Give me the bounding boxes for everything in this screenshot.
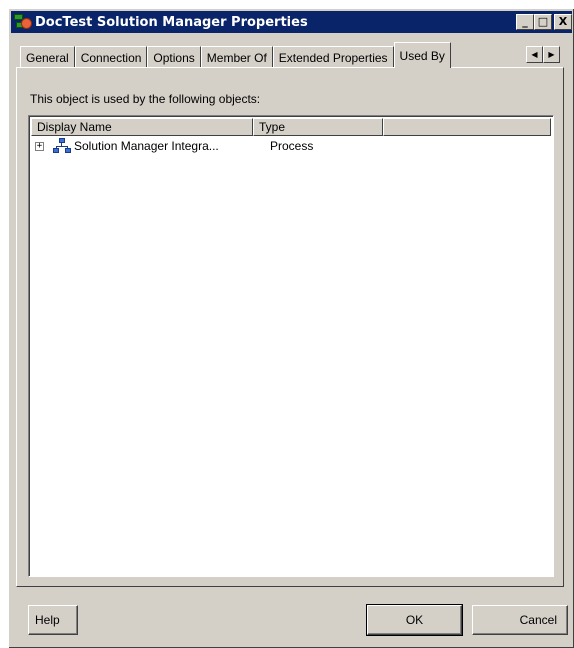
column-header-display-name[interactable]: Display Name <box>31 118 253 136</box>
tab-options[interactable]: Options <box>147 46 201 68</box>
tab-extended-properties[interactable]: Extended Properties <box>272 46 394 68</box>
column-header-filler <box>383 118 551 136</box>
list-item[interactable]: + Solution Manager Integra... Process <box>35 137 313 155</box>
tab-strip: General Connection Options Member Of Ext… <box>20 42 451 68</box>
tab-connection[interactable]: Connection <box>74 46 148 68</box>
tab-used-by[interactable]: Used By <box>393 42 451 68</box>
title-bar[interactable]: DocTest Solution Manager Properties _ □ … <box>11 11 572 33</box>
expand-plus-icon[interactable]: + <box>35 141 44 151</box>
used-by-intro-label: This object is used by the following obj… <box>30 92 261 106</box>
used-by-list[interactable]: Display Name Type + Solution Manager Int… <box>28 115 554 577</box>
tab-general[interactable]: General <box>20 46 75 68</box>
tab-scroll-right-icon[interactable]: ▶ <box>543 46 560 63</box>
tab-scroll-buttons: ◀ ▶ <box>526 46 560 63</box>
process-icon <box>53 138 71 154</box>
tab-member-of[interactable]: Member Of <box>200 46 273 68</box>
title-buttons: _ □ X <box>516 14 572 30</box>
column-header-type[interactable]: Type <box>253 118 383 136</box>
tab-scroll-left-icon[interactable]: ◀ <box>526 46 543 63</box>
ok-button[interactable]: OK <box>366 604 463 636</box>
row-type: Process <box>270 139 314 153</box>
row-display-name: Solution Manager Integra... <box>74 139 219 153</box>
close-button[interactable]: X <box>554 14 572 30</box>
window-title: DocTest Solution Manager Properties <box>35 14 308 30</box>
cancel-button[interactable]: Cancel <box>472 605 568 635</box>
maximize-button[interactable]: □ <box>534 14 552 30</box>
app-icon <box>14 13 32 31</box>
list-header: Display Name Type <box>31 118 551 136</box>
minimize-button[interactable]: _ <box>516 14 534 30</box>
help-button[interactable]: Help <box>28 605 78 635</box>
